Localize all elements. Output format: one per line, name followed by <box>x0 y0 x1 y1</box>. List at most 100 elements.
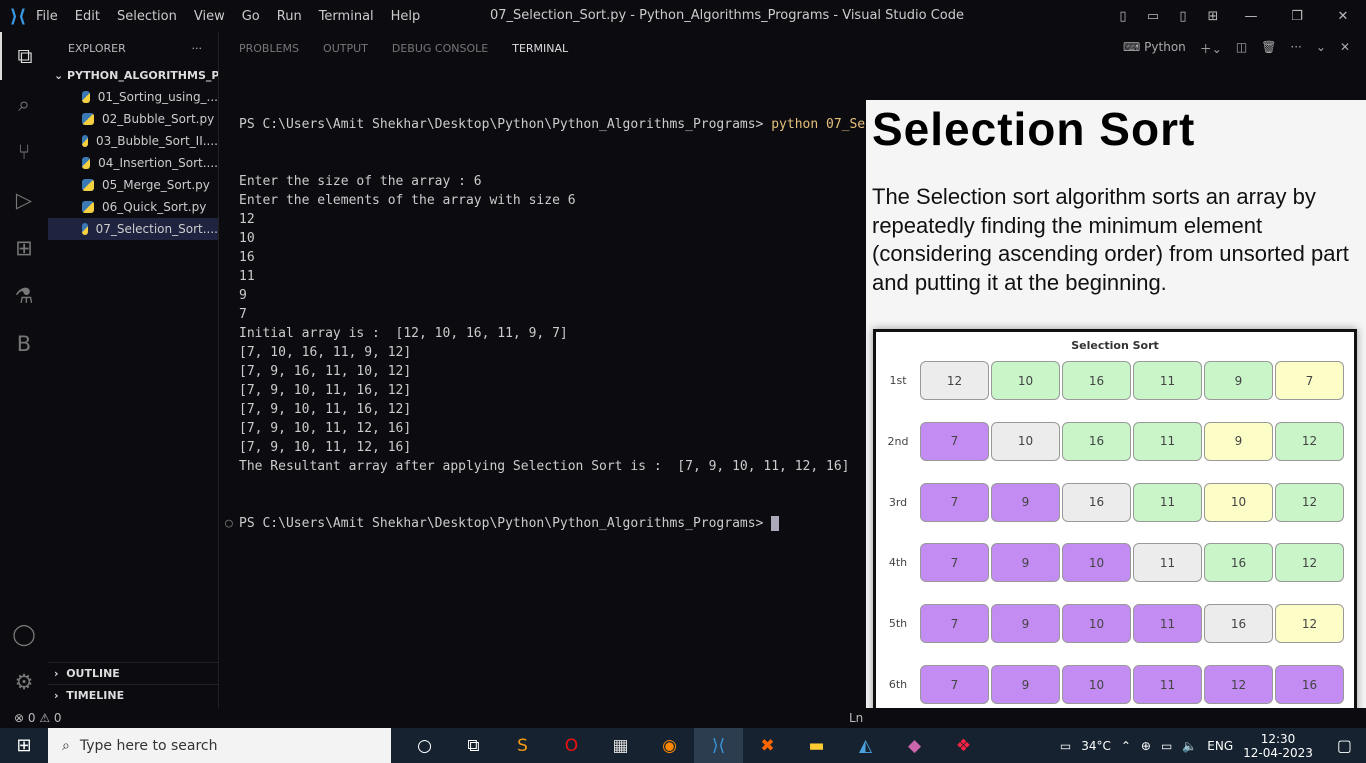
taskbar-search[interactable]: ⌕ Type here to search <box>48 728 391 763</box>
app-icon[interactable]: ◭ <box>841 728 890 763</box>
explorer-sidebar: EXPLORER ··· ⌄ PYTHON_ALGORITHMS_P... 01_… <box>48 32 230 708</box>
file-item[interactable]: 05_Merge_Sort.py <box>48 174 218 196</box>
calendar-app-icon[interactable]: ▦ <box>596 728 645 763</box>
figma-icon[interactable]: ❖ <box>939 728 988 763</box>
diagram-title: Selection Sort <box>1071 339 1159 352</box>
file-item[interactable]: 01_Sorting_using_... <box>48 86 218 108</box>
toggle-secondary-sidebar-icon[interactable]: ▯ <box>1168 9 1198 24</box>
weather-icon[interactable]: ▭ <box>1060 739 1071 753</box>
source-control-icon[interactable]: ⑂ <box>0 128 48 176</box>
file-item[interactable]: 06_Quick_Sort.py <box>48 196 218 218</box>
clock[interactable]: 12:30 12-04-2023 <box>1243 732 1313 760</box>
menu-selection[interactable]: Selection <box>117 9 177 24</box>
minimize-button[interactable]: — <box>1228 9 1274 24</box>
split-terminal-icon[interactable]: ◫ <box>1236 40 1247 57</box>
row-label: 3rd <box>888 495 908 509</box>
tab-debug-console[interactable]: DEBUG CONSOLE <box>392 42 488 55</box>
array-cell: 9 <box>991 543 1060 583</box>
array-cell: 9 <box>991 604 1060 644</box>
tab-problems[interactable]: PROBLEMS <box>239 42 299 55</box>
timeline-label: TIMELINE <box>66 689 125 702</box>
array-cell: 9 <box>1204 421 1273 461</box>
terminal-prompt: PS C:\Users\Amit Shekhar\Desktop\Python\… <box>239 516 772 531</box>
b-extension-icon[interactable]: B <box>0 320 48 368</box>
diagram-row: 5th 7 9 10 11 16 12 <box>876 604 1346 644</box>
array-cell: 7 <box>920 543 989 583</box>
array-cell: 16 <box>1062 421 1131 461</box>
xampp-icon[interactable]: ✖ <box>743 728 792 763</box>
folder-root[interactable]: ⌄ PYTHON_ALGORITHMS_P... <box>48 64 230 86</box>
line-indicator[interactable]: Ln <box>849 711 863 725</box>
more-icon[interactable]: ··· <box>1290 40 1301 57</box>
more-actions-icon[interactable]: ··· <box>192 42 203 55</box>
row-label: 5th <box>888 617 908 631</box>
menu-file[interactable]: File <box>36 9 58 24</box>
row-label: 6th <box>888 678 908 691</box>
account-icon[interactable]: ◯ <box>0 610 48 658</box>
file-item[interactable]: 02_Bubble_Sort.py <box>48 108 218 130</box>
notifications-icon[interactable]: ▢ <box>1337 736 1352 755</box>
tray-chevron-icon[interactable]: ⌃ <box>1121 739 1131 753</box>
menu-go[interactable]: Go <box>242 9 260 24</box>
file-item[interactable]: 03_Bubble_Sort_II.... <box>48 130 218 152</box>
toggle-panel-icon[interactable]: ▭ <box>1138 9 1168 24</box>
git-icon[interactable]: ◆ <box>890 728 939 763</box>
extensions-icon[interactable]: ⊞ <box>0 224 48 272</box>
sublime-text-icon[interactable]: S <box>498 728 547 763</box>
overlay-description: The Selection sort algorithm sorts an ar… <box>872 184 1349 295</box>
cortana-icon[interactable]: ○ <box>400 728 449 763</box>
status-bar: ⊗ 0 ⚠ 0 Ln <box>0 708 1366 728</box>
battery-icon[interactable]: ▭ <box>1161 739 1172 753</box>
settings-gear-icon[interactable]: ⚙ <box>0 658 48 706</box>
run-debug-icon[interactable]: ▷ <box>0 176 48 224</box>
date: 12-04-2023 <box>1243 745 1313 760</box>
python-file-icon <box>82 157 91 169</box>
customize-layout-icon[interactable]: ⊞ <box>1198 9 1228 24</box>
restore-button[interactable]: ❐ <box>1274 9 1320 24</box>
windows-start-icon[interactable]: ⊞ <box>0 735 48 756</box>
tab-terminal[interactable]: TERMINAL <box>512 42 568 55</box>
tab-output[interactable]: OUTPUT <box>323 42 368 55</box>
opera-icon[interactable]: O <box>547 728 596 763</box>
close-panel-icon[interactable]: ✕ <box>1340 40 1350 57</box>
array-cell: 7 <box>1275 361 1344 400</box>
array-cell: 9 <box>991 482 1060 522</box>
task-view-icon[interactable]: ⧉ <box>449 728 498 763</box>
diagram-row: 6th 7 9 10 11 12 16 <box>876 665 1346 704</box>
menu-edit[interactable]: Edit <box>75 9 100 24</box>
menu-view[interactable]: View <box>194 9 225 24</box>
file-item[interactable]: 07_Selection_Sort.... <box>48 218 218 240</box>
python-file-icon <box>82 91 90 103</box>
firefox-icon[interactable]: ◉ <box>645 728 694 763</box>
array-cell: 9 <box>1204 361 1273 400</box>
toggle-sidebar-icon[interactable]: ▯ <box>1108 9 1138 24</box>
vscode-taskbar-icon[interactable]: ⟩⟨ <box>694 728 743 763</box>
menu-run[interactable]: Run <box>277 9 302 24</box>
file-item[interactable]: 04_Insertion_Sort.... <box>48 152 218 174</box>
network-icon[interactable]: ⊕ <box>1141 739 1151 753</box>
array-cell: 12 <box>1275 543 1344 583</box>
explorer-icon[interactable]: ⧉ <box>0 32 48 80</box>
language-indicator[interactable]: ENG <box>1207 739 1233 753</box>
array-cell: 16 <box>1062 361 1131 400</box>
outline-section[interactable]: › OUTLINE <box>48 662 218 684</box>
kill-terminal-icon[interactable]: 🗑 <box>1261 40 1276 57</box>
row-label: 2nd <box>887 434 909 448</box>
timeline-section[interactable]: › TIMELINE <box>48 684 218 706</box>
menu-help[interactable]: Help <box>391 9 421 24</box>
array-cell: 10 <box>1204 482 1273 522</box>
volume-icon[interactable]: 🔈 <box>1182 739 1197 753</box>
file-explorer-icon[interactable]: ▬ <box>792 728 841 763</box>
menu-terminal[interactable]: Terminal <box>319 9 374 24</box>
array-cell: 11 <box>1133 604 1202 644</box>
maximize-panel-icon[interactable]: ⌄ <box>1316 40 1326 57</box>
new-terminal-icon[interactable]: ＋⌄ <box>1200 40 1222 57</box>
python-file-icon <box>82 179 94 191</box>
weather-temp[interactable]: 34°C <box>1081 739 1111 753</box>
close-button[interactable]: ✕ <box>1320 9 1366 24</box>
search-icon[interactable]: ⌕ <box>0 80 48 128</box>
testing-icon[interactable]: ⚗ <box>0 272 48 320</box>
search-placeholder: Type here to search <box>79 737 218 754</box>
terminal-shell-selector[interactable]: ⌨ Python <box>1123 40 1186 57</box>
problems-count[interactable]: ⊗ 0 ⚠ 0 <box>14 711 62 725</box>
